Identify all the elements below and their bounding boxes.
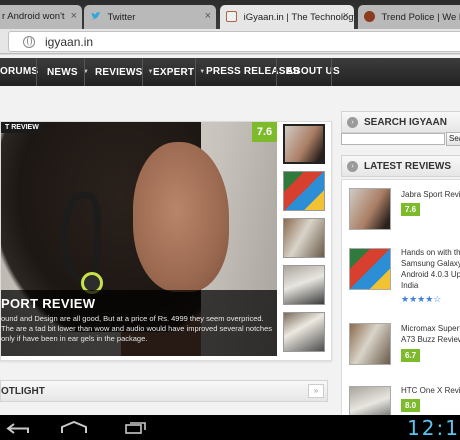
spotlight-title: OTLIGHT — [1, 386, 45, 397]
tab-bar: r Android won't × Twitter × iGyaan.in | … — [0, 0, 460, 29]
slider-thumbnail[interactable] — [283, 265, 325, 305]
tab-label: iGyaan.in | The Technology — [243, 12, 354, 23]
url-text[interactable]: igyaan.in — [45, 35, 93, 49]
caret-down-icon: ▼ — [199, 69, 206, 75]
slider-thumbnail[interactable] — [283, 312, 325, 352]
site-nav: ORUMS NEWS ▼ REVIEWS ▼ EXPERT ▼ PRESS RELEA… — [0, 58, 460, 86]
globe-icon — [23, 36, 35, 48]
review-thumbnail[interactable] — [349, 386, 391, 415]
address-bar[interactable]: igyaan.in — [8, 31, 460, 52]
nav-label: ORUMS — [0, 66, 39, 77]
tab-trend-police[interactable]: Trend Police | We Enfor — [358, 5, 460, 29]
photo-face — [133, 142, 229, 292]
screen: r Android won't × Twitter × iGyaan.in | … — [0, 0, 460, 440]
latest-reviews-title: LATEST REVIEWS — [364, 161, 452, 172]
back-icon[interactable] — [6, 423, 32, 435]
web-page: ORUMS NEWS ▼ REVIEWS ▼ EXPERT ▼ PRESS RELEA… — [0, 55, 460, 415]
close-tab-icon[interactable]: × — [205, 10, 211, 22]
trend-police-logo-icon — [364, 11, 375, 22]
featured-category-label: T REVIEW — [1, 122, 43, 133]
nav-divider — [331, 58, 332, 86]
nav-divider — [195, 58, 196, 86]
tab-label: Trend Police | We Enfor — [381, 12, 460, 23]
clock: 12:1 — [407, 416, 460, 440]
close-tab-icon[interactable]: × — [71, 10, 77, 22]
recent-apps-icon[interactable] — [125, 422, 147, 434]
tab-android[interactable]: r Android won't × — [0, 5, 82, 29]
featured-image[interactable]: T REVIEW PORT REVIEW ound and Design are… — [1, 122, 277, 356]
review-title[interactable]: Jabra Sport Revie — [401, 189, 460, 200]
nav-expert[interactable]: EXPERT ▼ — [153, 58, 205, 86]
search-button[interactable]: Sea — [446, 132, 460, 146]
featured-excerpt: ound and Design are all good, But at a p… — [1, 314, 272, 343]
review-score-badge: 7.6 — [401, 203, 420, 216]
tab-label: Twitter — [107, 12, 136, 23]
slider-thumbnail[interactable] — [283, 171, 325, 211]
next-arrow-icon[interactable]: » — [308, 384, 324, 398]
search-widget-header: › SEARCH IGYAAN — [341, 111, 460, 133]
latest-reviews-header: › LATEST REVIEWS — [341, 155, 460, 177]
slider-thumbnail[interactable] — [283, 124, 325, 164]
address-bar-area: igyaan.in — [0, 29, 460, 54]
review-title[interactable]: Micromax Superf A73 Buzz Review — [401, 323, 460, 345]
igyaan-logo-icon — [226, 11, 237, 22]
nav-divider — [276, 58, 277, 86]
rating-stars: ★★★★☆ — [401, 294, 442, 304]
system-bar: 12:1 — [0, 415, 460, 440]
widget-bullet-icon: › — [347, 117, 358, 128]
nav-reviews[interactable]: REVIEWS ▼ — [95, 58, 154, 86]
nav-news[interactable]: NEWS ▼ — [47, 58, 89, 86]
review-score-badge: 6.7 — [401, 349, 420, 362]
nav-divider — [142, 58, 143, 86]
nav-divider — [84, 58, 85, 86]
review-title[interactable]: Hands on with the Samsung Galaxy Android… — [401, 247, 460, 291]
tab-label: r Android won't — [2, 11, 65, 22]
nav-forums[interactable]: ORUMS — [0, 58, 38, 86]
twitter-bird-icon — [90, 11, 101, 20]
search-input[interactable] — [341, 133, 445, 145]
tab-twitter[interactable]: Twitter × — [84, 5, 216, 29]
featured-score-badge: 7.6 — [252, 122, 277, 142]
review-title[interactable]: HTC One X Review — [401, 385, 460, 396]
slider-thumbnail[interactable] — [283, 218, 325, 258]
home-icon[interactable] — [60, 421, 88, 435]
close-tab-icon[interactable]: × — [343, 10, 349, 22]
nav-label: NEWS — [47, 67, 78, 78]
tab-igyaan[interactable]: iGyaan.in | The Technology × — [220, 5, 354, 29]
nav-label: EXPERT — [153, 67, 195, 78]
headset-shape — [61, 192, 101, 282]
featured-slider: T REVIEW PORT REVIEW ound and Design are… — [0, 121, 332, 361]
spotlight-header: OTLIGHT » — [0, 380, 328, 402]
review-thumbnail[interactable] — [349, 188, 391, 230]
review-score-badge: 8.0 — [401, 399, 420, 412]
review-thumbnail[interactable] — [349, 248, 391, 290]
widget-bullet-icon: › — [347, 161, 358, 172]
nav-divider — [36, 58, 37, 86]
review-thumbnail[interactable] — [349, 323, 391, 365]
featured-title[interactable]: PORT REVIEW — [1, 296, 95, 311]
featured-caption: PORT REVIEW ound and Design are all good… — [1, 290, 277, 356]
search-widget-title: SEARCH IGYAAN — [364, 117, 447, 128]
nav-label: REVIEWS — [95, 67, 143, 78]
